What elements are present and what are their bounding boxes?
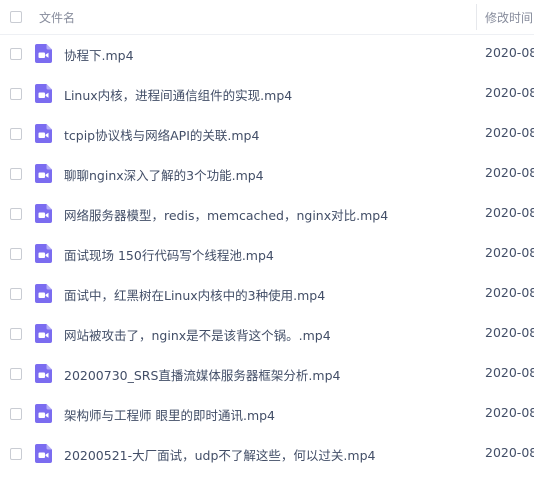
row-checkbox[interactable] xyxy=(10,328,22,340)
file-modified-time: 2020-08- xyxy=(485,125,534,140)
row-checkbox[interactable] xyxy=(10,368,22,380)
file-modified-time: 2020-08- xyxy=(485,245,534,260)
file-row[interactable]: 20200730_SRS直播流媒体服务器框架分析.mp4 2020-08- xyxy=(0,354,534,394)
file-modified-time: 2020-08- xyxy=(485,445,534,460)
video-file-icon xyxy=(35,444,52,463)
file-modified-time: 2020-08- xyxy=(485,285,534,300)
file-name[interactable]: 20200521-大厂面试，udp不了解这些，何以过关.mp4 xyxy=(64,445,375,464)
column-divider[interactable] xyxy=(476,4,477,30)
file-row[interactable]: 面试中，红黑树在Linux内核中的3种使用.mp4 2020-08- xyxy=(0,274,534,314)
row-checkbox[interactable] xyxy=(10,408,22,420)
video-file-icon xyxy=(35,324,52,343)
video-file-icon xyxy=(35,84,52,103)
select-all-checkbox[interactable] xyxy=(10,11,22,23)
row-checkbox[interactable] xyxy=(10,288,22,300)
video-file-icon xyxy=(35,124,52,143)
file-row[interactable]: 20200521-大厂面试，udp不了解这些，何以过关.mp4 2020-08- xyxy=(0,434,534,474)
video-file-icon xyxy=(35,164,52,183)
file-modified-time: 2020-08- xyxy=(485,45,534,60)
file-row[interactable]: Linux内核，进程间通信组件的实现.mp4 2020-08- xyxy=(0,74,534,114)
list-header: 文件名 修改时间 xyxy=(0,0,534,35)
file-name[interactable]: 协程下.mp4 xyxy=(64,45,134,64)
column-header-modified[interactable]: 修改时间 xyxy=(485,9,533,26)
file-row[interactable]: tcpip协议栈与网络API的关联.mp4 2020-08- xyxy=(0,114,534,154)
file-name[interactable]: 面试现场 150行代码写个线程池.mp4 xyxy=(64,245,274,264)
video-file-icon xyxy=(35,204,52,223)
video-file-icon xyxy=(35,44,52,63)
file-name[interactable]: 面试中，红黑树在Linux内核中的3种使用.mp4 xyxy=(64,285,325,304)
file-row[interactable]: 网站被攻击了，nginx是不是该背这个锅。.mp4 2020-08- xyxy=(0,314,534,354)
row-checkbox[interactable] xyxy=(10,208,22,220)
file-name[interactable]: 架构师与工程师 眼里的即时通讯.mp4 xyxy=(64,405,275,424)
row-checkbox[interactable] xyxy=(10,448,22,460)
file-modified-time: 2020-08- xyxy=(485,365,534,380)
video-file-icon xyxy=(35,404,52,423)
video-file-icon xyxy=(35,244,52,263)
file-name[interactable]: Linux内核，进程间通信组件的实现.mp4 xyxy=(64,85,292,104)
file-name[interactable]: 网络服务器模型，redis，memcached，nginx对比.mp4 xyxy=(64,205,388,224)
file-name[interactable]: 聊聊nginx深入了解的3个功能.mp4 xyxy=(64,165,264,184)
video-file-icon xyxy=(35,364,52,383)
file-modified-time: 2020-08- xyxy=(485,405,534,420)
file-name[interactable]: tcpip协议栈与网络API的关联.mp4 xyxy=(64,125,259,144)
file-modified-time: 2020-08- xyxy=(485,165,534,180)
file-row[interactable]: 网络服务器模型，redis，memcached，nginx对比.mp4 2020-… xyxy=(0,194,534,234)
file-name[interactable]: 20200730_SRS直播流媒体服务器框架分析.mp4 xyxy=(64,365,340,384)
file-row[interactable]: 聊聊nginx深入了解的3个功能.mp4 2020-08- xyxy=(0,154,534,194)
row-checkbox[interactable] xyxy=(10,168,22,180)
row-checkbox[interactable] xyxy=(10,48,22,60)
file-modified-time: 2020-08- xyxy=(485,205,534,220)
video-file-icon xyxy=(35,284,52,303)
file-row[interactable]: 面试现场 150行代码写个线程池.mp4 2020-08- xyxy=(0,234,534,274)
row-checkbox[interactable] xyxy=(10,248,22,260)
file-list-page: 文件名 修改时间 协程下.mp42020-08-Linux内核，进程间通信组件的… xyxy=(0,0,534,484)
file-modified-time: 2020-08- xyxy=(485,85,534,100)
file-modified-time: 2020-08- xyxy=(485,325,534,340)
file-name[interactable]: 网站被攻击了，nginx是不是该背这个锅。.mp4 xyxy=(64,325,331,344)
file-row[interactable]: 协程下.mp4 2020-08- xyxy=(0,34,534,74)
row-checkbox[interactable] xyxy=(10,128,22,140)
column-header-name[interactable]: 文件名 xyxy=(39,9,75,26)
file-row[interactable]: 架构师与工程师 眼里的即时通讯.mp4 2020-08- xyxy=(0,394,534,434)
row-checkbox[interactable] xyxy=(10,88,22,100)
